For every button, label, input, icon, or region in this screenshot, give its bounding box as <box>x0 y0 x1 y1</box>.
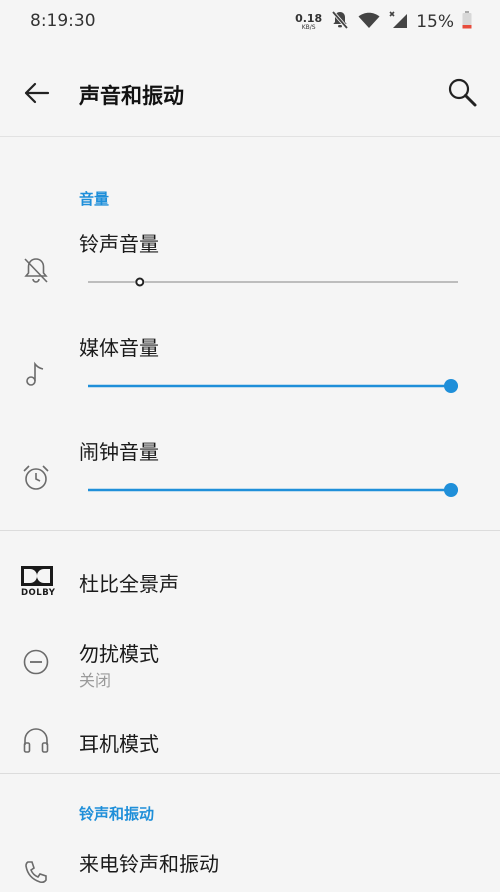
network-speed-value: 0.18 <box>295 12 323 25</box>
cellular-signal-icon <box>388 10 408 34</box>
alarm-volume-slider[interactable] <box>88 478 460 502</box>
dolby-logo-text: DOLBY <box>21 588 56 598</box>
incoming-ringtone-label: 来电铃声和振动 <box>79 852 219 876</box>
page-title: 声音和振动 <box>79 84 184 108</box>
incoming-ringtone-row[interactable]: 来电铃声和振动 <box>0 836 500 884</box>
volume-section-title: 音量 <box>79 190 110 208</box>
section-divider <box>0 773 500 774</box>
status-time: 8:19:30 <box>30 11 96 31</box>
alarm-volume-label: 闹钟音量 <box>79 440 159 464</box>
battery-icon <box>462 11 472 33</box>
music-note-icon <box>20 358 52 390</box>
media-volume-slider[interactable] <box>88 374 460 398</box>
status-icons: 0.18 KB/S 15% <box>295 9 472 35</box>
phone-ring-icon <box>20 856 52 888</box>
bell-muted-icon <box>330 10 350 34</box>
network-speed-unit: KB/S <box>301 24 316 31</box>
alarm-clock-icon <box>20 462 52 494</box>
slider-thumb[interactable] <box>444 483 458 497</box>
wifi-icon <box>358 11 380 33</box>
network-speed: 0.18 KB/S <box>295 13 322 31</box>
app-bar: 声音和振动 <box>0 44 500 137</box>
headphone-row[interactable]: 耳机模式 <box>0 702 500 774</box>
dolby-label: 杜比全景声 <box>79 572 179 596</box>
headphone-label: 耳机模式 <box>79 732 159 756</box>
slider-thumb[interactable] <box>135 277 145 287</box>
headphones-icon <box>20 724 52 756</box>
dolby-row[interactable]: DOLBY 杜比全景声 <box>0 540 500 624</box>
search-icon <box>448 78 477 107</box>
status-bar: 8:19:30 0.18 KB/S 15% <box>0 0 500 44</box>
back-button[interactable] <box>18 74 56 112</box>
dnd-label: 勿扰模式 <box>79 642 159 666</box>
dolby-logo-icon: DOLBY <box>20 564 56 600</box>
ring-vibrate-section-title: 铃声和振动 <box>79 805 155 823</box>
ringtone-volume-label: 铃声音量 <box>79 232 159 256</box>
search-button[interactable] <box>446 76 480 110</box>
do-not-disturb-icon <box>20 646 52 678</box>
back-arrow-icon <box>24 82 50 104</box>
dnd-status: 关闭 <box>79 671 112 690</box>
media-volume-label: 媒体音量 <box>79 336 159 360</box>
dnd-row[interactable]: 勿扰模式 关闭 <box>0 624 500 702</box>
battery-percent: 15% <box>416 12 454 32</box>
ringtone-muted-icon <box>20 254 52 286</box>
slider-thumb[interactable] <box>444 379 458 393</box>
section-divider <box>0 530 500 531</box>
ringtone-volume-slider[interactable] <box>88 270 460 294</box>
